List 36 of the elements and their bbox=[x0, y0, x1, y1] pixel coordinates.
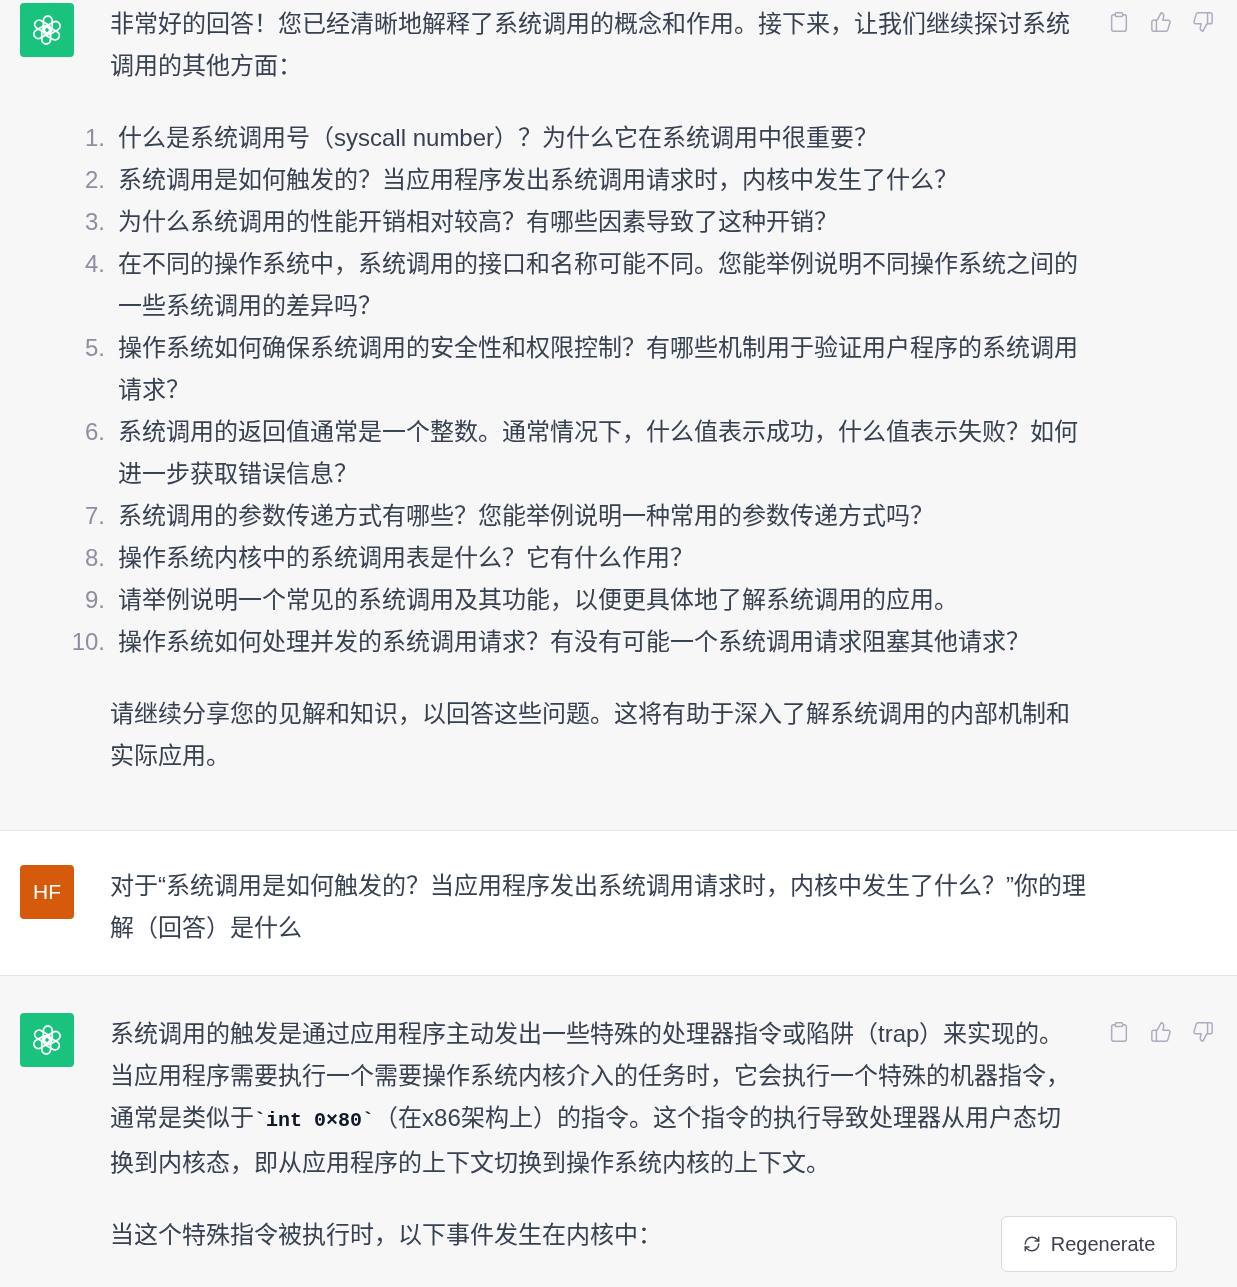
copy-icon[interactable] bbox=[1108, 11, 1130, 33]
thumbs-down-icon[interactable] bbox=[1192, 1021, 1214, 1043]
list-number: 1. bbox=[84, 123, 106, 153]
list-number: 2. bbox=[84, 165, 106, 195]
thumbs-up-icon[interactable] bbox=[1150, 1021, 1172, 1043]
message-paragraph: 对于“系统调用是如何触发的？当应用程序发出系统调用请求时，内核中发生了什么？”你的理解（回答）是什么 bbox=[110, 871, 1087, 943]
copy-icon[interactable] bbox=[1108, 1021, 1130, 1043]
list-item-text: 什么是系统调用号（syscall number）？为什么它在系统调用中很重要？ bbox=[118, 123, 880, 153]
thumbs-up-icon[interactable] bbox=[1150, 11, 1172, 33]
list-number: 9. bbox=[84, 585, 106, 615]
list-item-text: 操作系统如何确保系统调用的安全性和权限控制？有哪些机制用于验证用户程序的系统调用请求？ bbox=[118, 333, 1079, 405]
list-item-text: 操作系统如何处理并发的系统调用请求？有没有可能一个系统调用请求阻塞其他请求？ bbox=[118, 627, 1031, 657]
message-paragraph: 系统调用的触发是通过应用程序主动发出一些特殊的处理器指令或陷阱（trap）来实现的。当应用程序需要执行一个需要操作系统内核介入的任务时，它会执行一个特殊的机器指令，通常是类似于`int 0×80`（在x86架构上）的指令。这个指令的执行导致处理器从用户态切换到内核态，即从应用程序的上下文切换到操作系统内核的上下文。 bbox=[110, 1019, 1071, 1178]
list-item-text: 系统调用的参数传递方式有哪些？您能举例说明一种常用的参数传递方式吗？ bbox=[118, 501, 935, 531]
list-item-text: 为什么系统调用的性能开销相对较高？有哪些因素导致了这种开销？ bbox=[118, 207, 839, 237]
user-avatar: HF bbox=[20, 865, 74, 919]
list-item-text: 系统调用的返回值通常是一个整数。通常情况下，什么值表示成功，什么值表示失败？如何进一步获取错误信息？ bbox=[118, 417, 1079, 489]
list-item-text: 系统调用是如何触发的？当应用程序发出系统调用请求时，内核中发生了什么？ bbox=[118, 165, 959, 195]
list-number: 7. bbox=[84, 501, 106, 531]
message-paragraph: 非常好的回答！您已经清晰地解释了系统调用的概念和作用。接下来，让我们继续探讨系统调用的其他方面： bbox=[110, 9, 1071, 81]
message-paragraph: 当这个特殊指令被执行时，以下事件发生在内核中： bbox=[110, 1220, 662, 1250]
list-number: 10. bbox=[70, 627, 106, 657]
list-number: 8. bbox=[84, 543, 106, 573]
regenerate-button[interactable]: Regenerate bbox=[1001, 1216, 1177, 1272]
thumbs-down-icon[interactable] bbox=[1192, 11, 1214, 33]
list-item-text: 操作系统内核中的系统调用表是什么？它有什么作用？ bbox=[118, 543, 695, 573]
list-number: 5. bbox=[84, 333, 106, 363]
list-item-text: 在不同的操作系统中，系统调用的接口和名称可能不同。您能举例说明不同操作系统之间的一些系统调用的差异吗？ bbox=[118, 249, 1079, 321]
list-number: 4. bbox=[84, 249, 106, 279]
knot-logo-icon bbox=[20, 3, 74, 57]
knot-logo-icon bbox=[20, 1013, 74, 1067]
message-paragraph: 请继续分享您的见解和知识，以回答这些问题。这将有助于深入了解系统调用的内部机制和实际应用。 bbox=[110, 699, 1071, 771]
list-number: 6. bbox=[84, 417, 106, 447]
refresh-icon bbox=[1022, 1235, 1041, 1253]
list-number: 3. bbox=[84, 207, 106, 237]
list-item-text: 请举例说明一个常见的系统调用及其功能，以便更具体地了解系统调用的应用。 bbox=[118, 585, 959, 615]
